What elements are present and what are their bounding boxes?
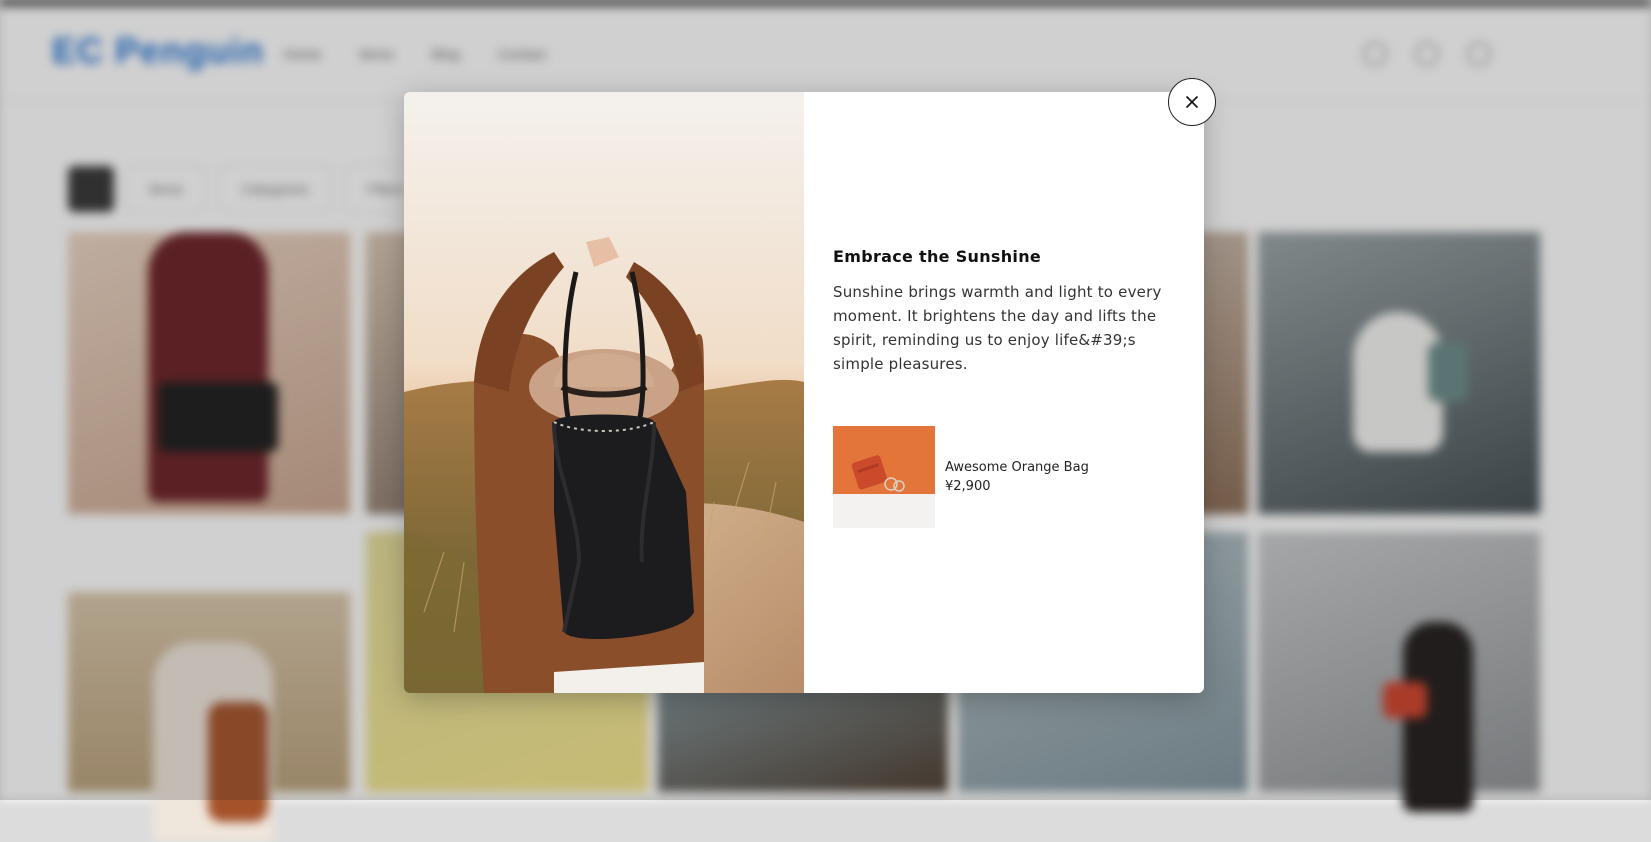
story-description: Sunshine brings warmth and light to ever… — [833, 283, 1162, 373]
story-modal: Embrace the Sunshine Sunshine brings war… — [404, 92, 1204, 693]
close-icon — [1185, 95, 1199, 109]
featured-product[interactable]: Awesome Orange Bag ¥2,900 — [833, 426, 1173, 528]
close-button[interactable] — [1168, 78, 1216, 126]
story-title: Embrace the Sunshine — [833, 247, 1042, 266]
product-info: Awesome Orange Bag ¥2,900 — [945, 460, 1089, 494]
story-photo — [404, 92, 804, 693]
story-content: Embrace the Sunshine Sunshine brings war… — [833, 92, 1178, 693]
orange-bag-image — [833, 426, 935, 528]
product-price: ¥2,900 — [945, 479, 991, 494]
product-name[interactable]: Awesome Orange Bag — [945, 460, 1089, 475]
product-thumbnail[interactable] — [833, 426, 935, 528]
story-photo-illustration — [404, 92, 804, 693]
